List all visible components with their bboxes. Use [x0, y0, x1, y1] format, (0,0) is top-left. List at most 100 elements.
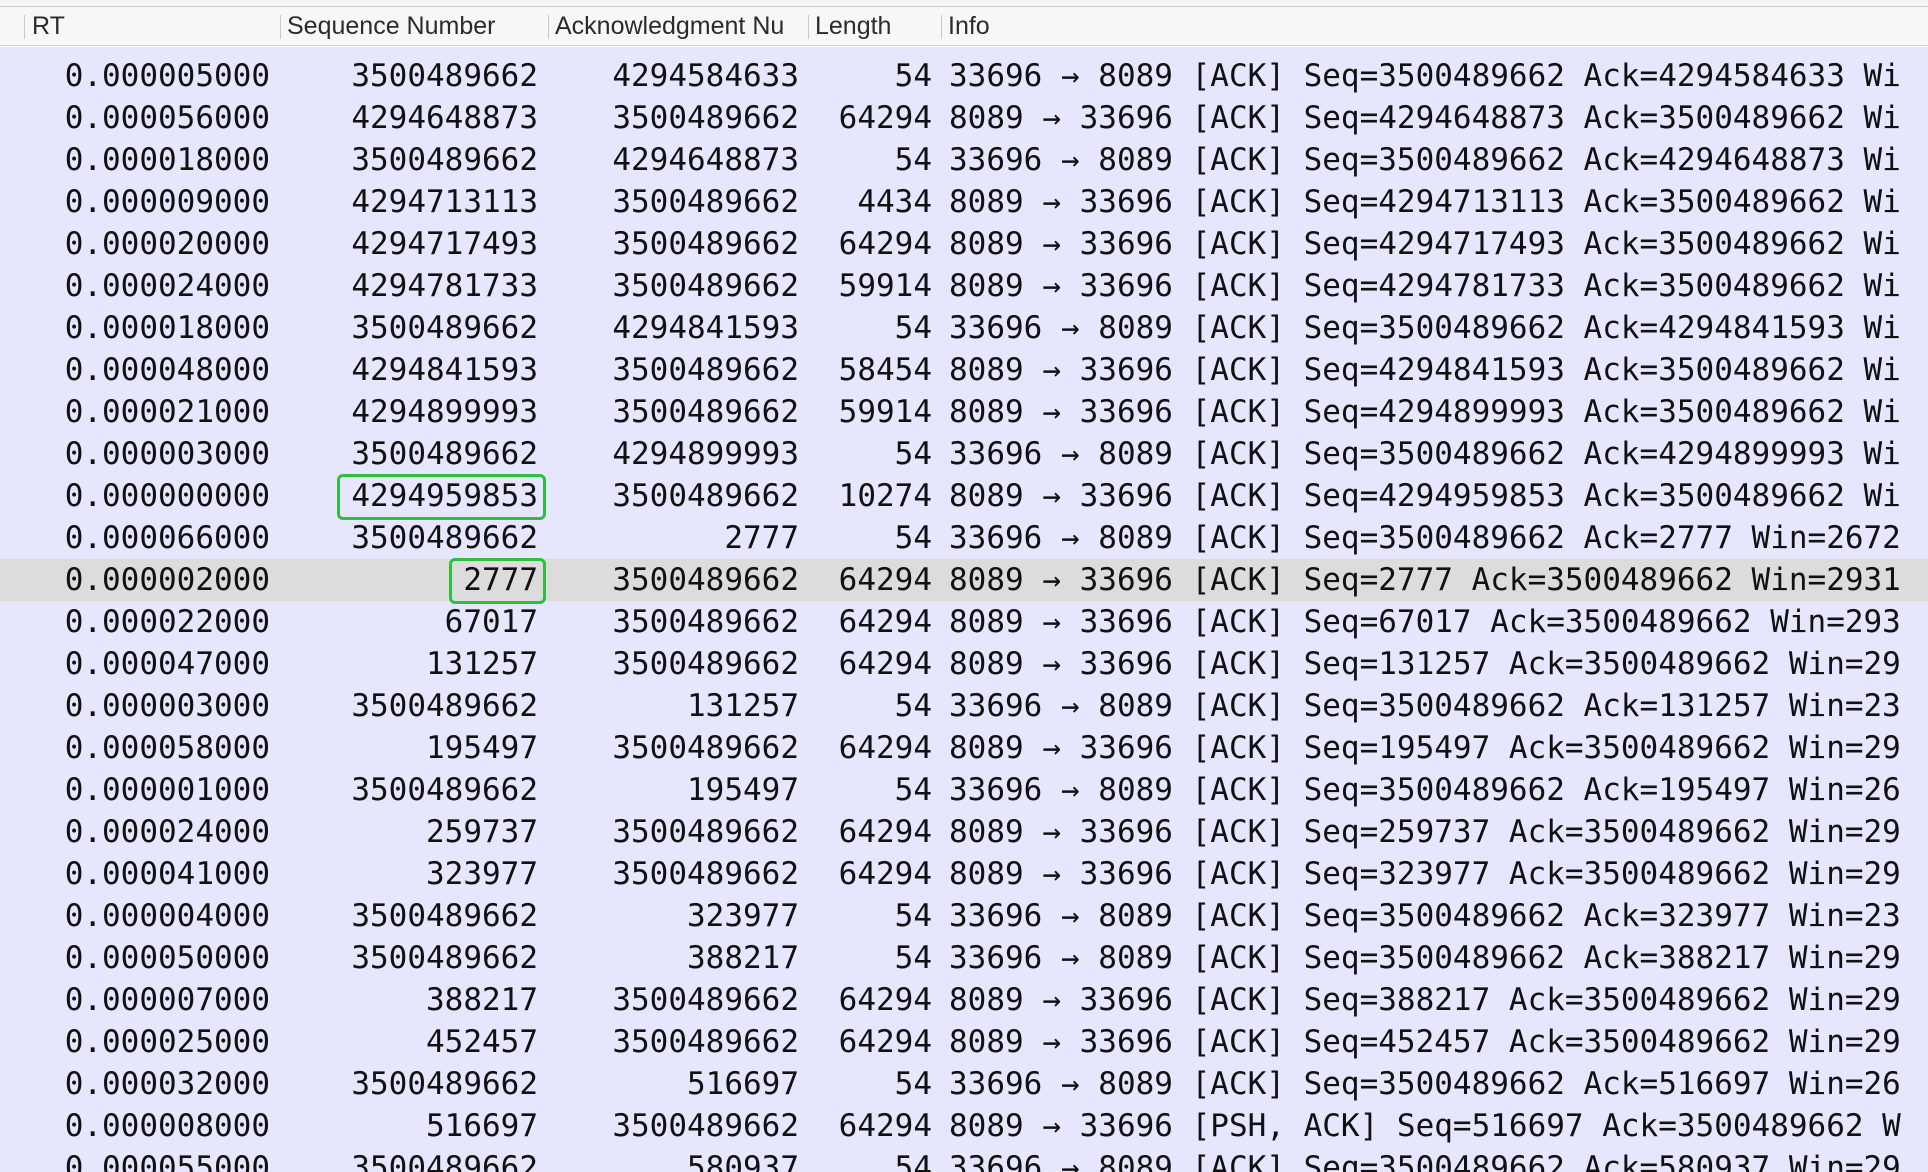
- cell-rt: 0.000066000: [64, 520, 270, 556]
- packet-row[interactable]: 0.000024000 4294781733 3500489662 59914 8089…: [0, 265, 1928, 307]
- cell-rt: 0.000007000: [64, 982, 270, 1018]
- packet-row[interactable]: 0.000005000 3500489662 4294584633 54 33696 →…: [0, 55, 1928, 97]
- cell-rt: 0.000020000: [64, 226, 270, 262]
- packet-row[interactable]: 0.000025000 452457 3500489662 64294 8089 → 3…: [0, 1021, 1928, 1063]
- column-separator[interactable]: [24, 15, 25, 39]
- cell-rt: 0.000001000: [64, 772, 270, 808]
- cell-acknowledgment-number: 323977: [687, 898, 799, 934]
- cell-sequence-number: 4294781733: [351, 268, 538, 304]
- packet-row[interactable]: 0.000001000 3500489662 195497 54 33696 → 808…: [0, 769, 1928, 811]
- packet-row[interactable]: 0.000066000 3500489662 2777 54 33696 → 8089 …: [0, 517, 1928, 559]
- cell-sequence-number: 3500489662: [351, 1150, 538, 1172]
- packet-row[interactable]: 0.000047000 131257 3500489662 64294 8089 → 3…: [0, 643, 1928, 685]
- cell-info: 8089 → 33696 [ACK] Seq=259737 Ack=350048…: [949, 814, 1901, 850]
- cell-info: 8089 → 33696 [ACK] Seq=388217 Ack=350048…: [949, 982, 1901, 1018]
- packet-row[interactable]: 0.000024000 259737 3500489662 64294 8089 → 3…: [0, 811, 1928, 853]
- cell-sequence-number: 4294648873: [351, 100, 538, 136]
- packet-row-selected[interactable]: 0.000002000 2777 3500489662 64294 8089 → 336…: [0, 559, 1928, 601]
- cell-acknowledgment-number: 131257: [687, 688, 799, 724]
- window-top-strip: [0, 0, 1928, 7]
- cell-acknowledgment-number: 3500489662: [612, 268, 799, 304]
- cell-acknowledgment-number: 3500489662: [612, 226, 799, 262]
- packet-row[interactable]: 0.000058000 195497 3500489662 64294 8089 → 3…: [0, 727, 1928, 769]
- cell-acknowledgment-number: 4294899993: [612, 436, 799, 472]
- cell-acknowledgment-number: 3500489662: [612, 646, 799, 682]
- packet-row[interactable]: 0.000003000 3500489662 131257 54 33696 → 808…: [0, 685, 1928, 727]
- packet-row[interactable]: 0.000050000 3500489662 388217 54 33696 → 808…: [0, 937, 1928, 979]
- packet-row[interactable]: 0.000000000 4294959853 3500489662 10274 8089…: [0, 475, 1928, 517]
- cell-info: 8089 → 33696 [ACK] Seq=131257 Ack=350048…: [949, 646, 1901, 682]
- cell-info: 33696 → 8089 [ACK] Seq=3500489662 Ack=32…: [949, 898, 1901, 934]
- cell-length: 64294: [838, 814, 932, 850]
- cell-acknowledgment-number: 3500489662: [612, 100, 799, 136]
- cell-rt: 0.000048000: [64, 352, 270, 388]
- cell-info: 8089 → 33696 [PSH, ACK] Seq=516697 Ack=3…: [949, 1108, 1901, 1144]
- column-header-acknowledgment-number[interactable]: Acknowledgment Nu: [549, 7, 808, 45]
- cell-info: 33696 → 8089 [ACK] Seq=3500489662 Ack=38…: [949, 940, 1901, 976]
- packet-row[interactable]: 0.000021000 4294899993 3500489662 59914 8089…: [0, 391, 1928, 433]
- packet-row[interactable]: 0.000032000 3500489662 516697 54 33696 → 808…: [0, 1063, 1928, 1105]
- packet-row[interactable]: 0.000018000 3500489662 4294841593 54 33696 →…: [0, 307, 1928, 349]
- cell-length: 10274: [838, 478, 932, 514]
- packet-row[interactable]: 0.000018000 3500489662 4294648873 54 33696 →…: [0, 139, 1928, 181]
- packet-row[interactable]: 0.000055000 3500489662 580937 54 33696 → 808…: [0, 1147, 1928, 1172]
- cell-acknowledgment-number: 4294648873: [612, 142, 799, 178]
- cell-length: 59914: [838, 268, 932, 304]
- cell-length: 54: [894, 1066, 932, 1102]
- cell-acknowledgment-number: 3500489662: [612, 856, 799, 892]
- cell-info: 33696 → 8089 [ACK] Seq=3500489662 Ack=42…: [949, 436, 1901, 472]
- cell-info: 33696 → 8089 [ACK] Seq=3500489662 Ack=13…: [949, 688, 1901, 724]
- cell-length: 64294: [838, 226, 932, 262]
- packet-row[interactable]: 0.000007000 388217 3500489662 64294 8089 → 3…: [0, 979, 1928, 1021]
- packet-row[interactable]: 0.000056000 4294648873 3500489662 64294 8089…: [0, 97, 1928, 139]
- packet-row[interactable]: 0.000004000 3500489662 323977 54 33696 → 808…: [0, 895, 1928, 937]
- cell-info: 33696 → 8089 [ACK] Seq=3500489662 Ack=19…: [949, 772, 1901, 808]
- cell-length: 54: [894, 436, 932, 472]
- cell-info: 33696 → 8089 [ACK] Seq=3500489662 Ack=42…: [949, 310, 1901, 346]
- packet-row[interactable]: 0.000003000 3500489662 4294899993 54 33696 →…: [0, 433, 1928, 475]
- column-header-sequence-number[interactable]: Sequence Number: [281, 7, 548, 45]
- packet-row[interactable]: 0.000041000 323977 3500489662 64294 8089 → 3…: [0, 853, 1928, 895]
- packet-row[interactable]: 0.000008000 516697 3500489662 64294 8089 → 3…: [0, 1105, 1928, 1147]
- cell-sequence-number: 131257: [426, 646, 538, 682]
- cell-acknowledgment-number: 2777: [724, 520, 799, 556]
- column-header-info[interactable]: Info: [942, 7, 1928, 45]
- cell-rt: 0.000056000: [64, 100, 270, 136]
- cell-rt: 0.000003000: [64, 436, 270, 472]
- cell-sequence-number: 388217: [426, 982, 538, 1018]
- cell-rt: 0.000000000: [64, 478, 270, 514]
- packet-row[interactable]: 0.000009000 4294713113 3500489662 4434 8089 …: [0, 181, 1928, 223]
- cell-acknowledgment-number: 3500489662: [612, 1108, 799, 1144]
- cell-sequence-number: 3500489662: [351, 772, 538, 808]
- cell-acknowledgment-number: 3500489662: [612, 394, 799, 430]
- cell-acknowledgment-number: 3500489662: [612, 562, 799, 598]
- cell-info: 33696 → 8089 [ACK] Seq=3500489662 Ack=42…: [949, 58, 1901, 94]
- packet-list[interactable]: 0.000005000 3500489662 4294584633 54 33696 →…: [0, 47, 1928, 1172]
- column-header-length[interactable]: Length: [809, 7, 941, 45]
- cell-acknowledgment-number: 3500489662: [612, 604, 799, 640]
- cell-acknowledgment-number: 4294584633: [612, 58, 799, 94]
- cell-info: 33696 → 8089 [ACK] Seq=3500489662 Ack=58…: [949, 1150, 1901, 1172]
- cell-acknowledgment-number: 3500489662: [612, 730, 799, 766]
- packet-row[interactable]: 0.000020000 4294717493 3500489662 64294 8089…: [0, 223, 1928, 265]
- cell-rt: 0.000021000: [64, 394, 270, 430]
- cell-sequence-number: 3500489662: [351, 142, 538, 178]
- cell-sequence-number: 3500489662: [351, 940, 538, 976]
- cell-sequence-number: 452457: [426, 1024, 538, 1060]
- column-header-rt[interactable]: RT: [26, 7, 280, 45]
- cell-length: 4434: [857, 184, 932, 220]
- cell-length: 59914: [838, 394, 932, 430]
- cell-rt: 0.000018000: [64, 142, 270, 178]
- cell-length: 54: [894, 1150, 932, 1172]
- cell-sequence-number: 3500489662: [351, 898, 538, 934]
- cell-sequence-number: 3500489662: [351, 1066, 538, 1102]
- cell-sequence-number: 3500489662: [351, 310, 538, 346]
- packet-row[interactable]: 0.000022000 67017 3500489662 64294 8089 → 33…: [0, 601, 1928, 643]
- cell-sequence-number: 323977: [426, 856, 538, 892]
- cell-length: 64294: [838, 562, 932, 598]
- cell-sequence-number: 4294713113: [351, 184, 538, 220]
- packet-row[interactable]: 0.000048000 4294841593 3500489662 58454 8089…: [0, 349, 1928, 391]
- cell-acknowledgment-number: 388217: [687, 940, 799, 976]
- cell-rt: 0.000024000: [64, 268, 270, 304]
- cell-acknowledgment-number: 4294841593: [612, 310, 799, 346]
